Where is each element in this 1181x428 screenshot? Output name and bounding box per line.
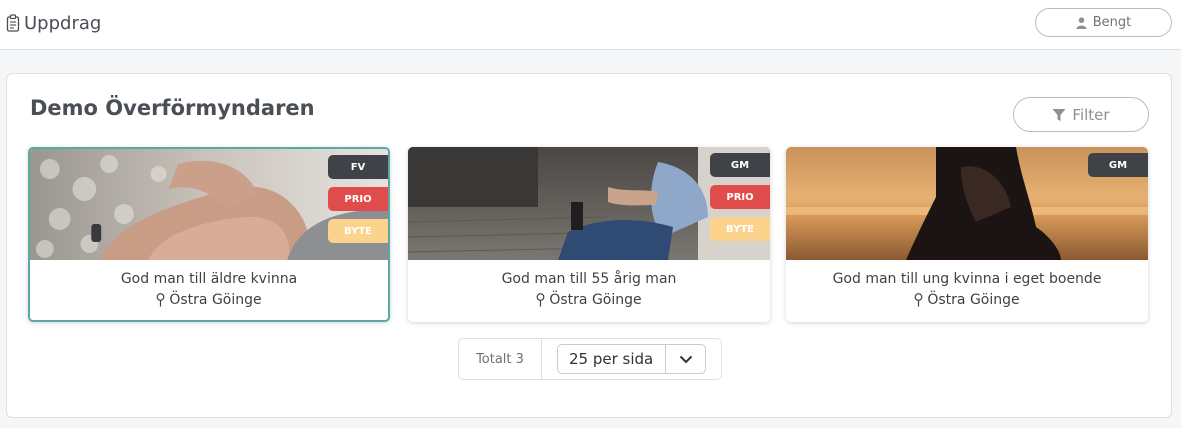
per-page-value: 25 per sida (569, 350, 654, 368)
app-brand[interactable]: Uppdrag (6, 11, 101, 35)
location-label: Östra Göinge (927, 292, 1020, 308)
badge-fv: FV (328, 155, 388, 179)
card-title: God man till 55 årig man (501, 271, 677, 287)
per-page-select[interactable]: 25 per sida (557, 344, 706, 374)
filter-button[interactable]: Filter (1013, 97, 1149, 132)
user-name: Bengt (1092, 15, 1132, 30)
badge-prio: PRIO (710, 185, 770, 209)
assignment-card[interactable]: FV PRIO BYTE God man till äldre kvinna Ö… (28, 147, 390, 322)
page-title: Demo Överförmyndaren (30, 96, 315, 120)
badge-byte: BYTE (710, 217, 770, 241)
assignment-card[interactable]: GM God man till ung kvinna i eget boende… (786, 147, 1148, 322)
app-title: Uppdrag (24, 12, 102, 34)
badge-gm: GM (1088, 153, 1148, 177)
card-location: Östra Göinge (786, 292, 1148, 308)
map-pin-icon (914, 293, 923, 307)
card-location: Östra Göinge (30, 292, 388, 308)
assignments-panel: Demo Överförmyndaren Filter FV PRIO BYTE… (6, 73, 1172, 418)
map-pin-icon (536, 293, 545, 307)
location-label: Östra Göinge (169, 292, 262, 308)
top-bar: Uppdrag Bengt (0, 0, 1181, 50)
map-pin-icon (156, 293, 165, 307)
total-count: Totalt 3 (459, 339, 542, 379)
clipboard-icon (6, 14, 20, 32)
badge-gm: GM (710, 153, 770, 177)
user-icon (1076, 16, 1087, 29)
funnel-icon (1052, 108, 1066, 122)
pagination: Totalt 3 25 per sida (458, 338, 722, 380)
badge-prio: PRIO (328, 187, 388, 211)
location-label: Östra Göinge (549, 292, 642, 308)
assignment-card[interactable]: GM PRIO BYTE God man till 55 årig man Ös… (408, 147, 770, 322)
card-location: Östra Göinge (408, 292, 770, 308)
user-menu-button[interactable]: Bengt (1035, 8, 1172, 37)
badge-byte: BYTE (328, 219, 388, 243)
card-title: God man till äldre kvinna (120, 271, 298, 287)
chevron-down-icon[interactable] (665, 345, 705, 373)
filter-label: Filter (1072, 105, 1110, 124)
card-title: God man till ung kvinna i eget boende (832, 271, 1102, 287)
